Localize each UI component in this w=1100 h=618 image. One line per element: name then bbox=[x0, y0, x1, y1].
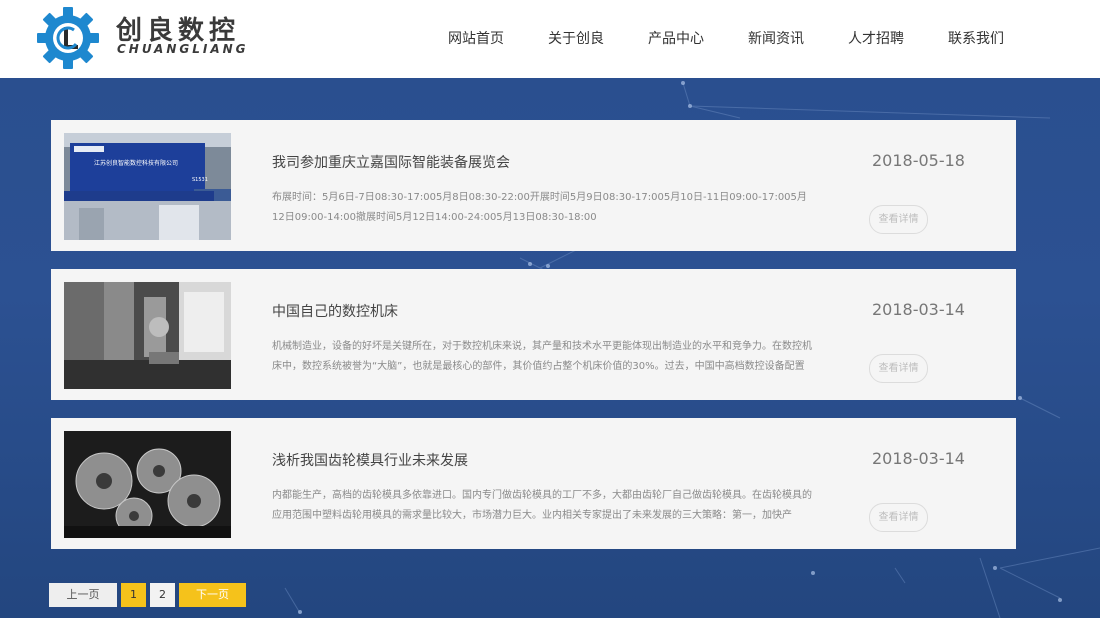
page-button-2[interactable]: 2 bbox=[150, 583, 175, 607]
news-summary: 布展时间：5月6日-7日08:30-17:005月8日08:30-22:00开展… bbox=[272, 192, 807, 223]
news-item[interactable]: 江苏创良智能数控科技有限公司 S1531 我司参加重庆立嘉国际智能装备展览会 布… bbox=[51, 120, 1016, 251]
thumbnail-company-text: 江苏创良智能数控科技有限公司 bbox=[94, 160, 179, 167]
news-title[interactable]: 我司参加重庆立嘉国际智能装备展览会 bbox=[272, 152, 510, 172]
news-date: 2018-03-14 bbox=[872, 449, 965, 468]
news-thumbnail[interactable] bbox=[64, 431, 231, 538]
news-date: 2018-03-14 bbox=[872, 300, 965, 319]
nav-item-news[interactable]: 新闻资讯 bbox=[748, 28, 804, 48]
view-details-button[interactable]: 查看详情 bbox=[869, 354, 928, 383]
site-header: 创良数控 CHUANGLIANG 网站首页 关于创良 产品中心 新闻资讯 人才招… bbox=[0, 0, 1100, 78]
view-details-button[interactable]: 查看详情 bbox=[869, 503, 928, 532]
brand-name-en: CHUANGLIANG bbox=[117, 42, 249, 56]
news-summary: 机械制造业，设备的好坏是关键所在，对于数控机床来说，其产量和技术水平更能体现出制… bbox=[272, 341, 812, 372]
news-title[interactable]: 中国自己的数控机床 bbox=[272, 301, 398, 321]
news-item[interactable]: 浅析我国齿轮模具行业未来发展 内都能生产，高档的齿轮模具多依靠进口。国内专门做齿… bbox=[51, 418, 1016, 549]
next-page-button[interactable]: 下一页 bbox=[179, 583, 246, 607]
news-thumbnail[interactable]: 江苏创良智能数控科技有限公司 S1531 bbox=[64, 133, 231, 240]
nav-item-products[interactable]: 产品中心 bbox=[648, 28, 704, 48]
news-summary: 内都能生产，高档的齿轮模具多依靠进口。国内专门做齿轮模具的工厂不多，大都由齿轮厂… bbox=[272, 490, 812, 521]
thumbnail-booth-text: S1531 bbox=[192, 177, 208, 183]
news-date: 2018-05-18 bbox=[872, 151, 965, 170]
nav-item-about[interactable]: 关于创良 bbox=[548, 28, 604, 48]
prev-page-button[interactable]: 上一页 bbox=[49, 583, 117, 607]
page-button-1[interactable]: 1 bbox=[121, 583, 146, 607]
news-thumbnail[interactable] bbox=[64, 282, 231, 389]
news-item[interactable]: 中国自己的数控机床 机械制造业，设备的好坏是关键所在，对于数控机床来说，其产量和… bbox=[51, 269, 1016, 400]
nav-item-contact[interactable]: 联系我们 bbox=[948, 28, 1004, 48]
nav-item-home[interactable]: 网站首页 bbox=[448, 28, 504, 48]
nav-item-jobs[interactable]: 人才招聘 bbox=[848, 28, 904, 48]
logo-gear-icon[interactable] bbox=[36, 6, 100, 70]
news-title[interactable]: 浅析我国齿轮模具行业未来发展 bbox=[272, 450, 468, 470]
view-details-button[interactable]: 查看详情 bbox=[869, 205, 928, 234]
